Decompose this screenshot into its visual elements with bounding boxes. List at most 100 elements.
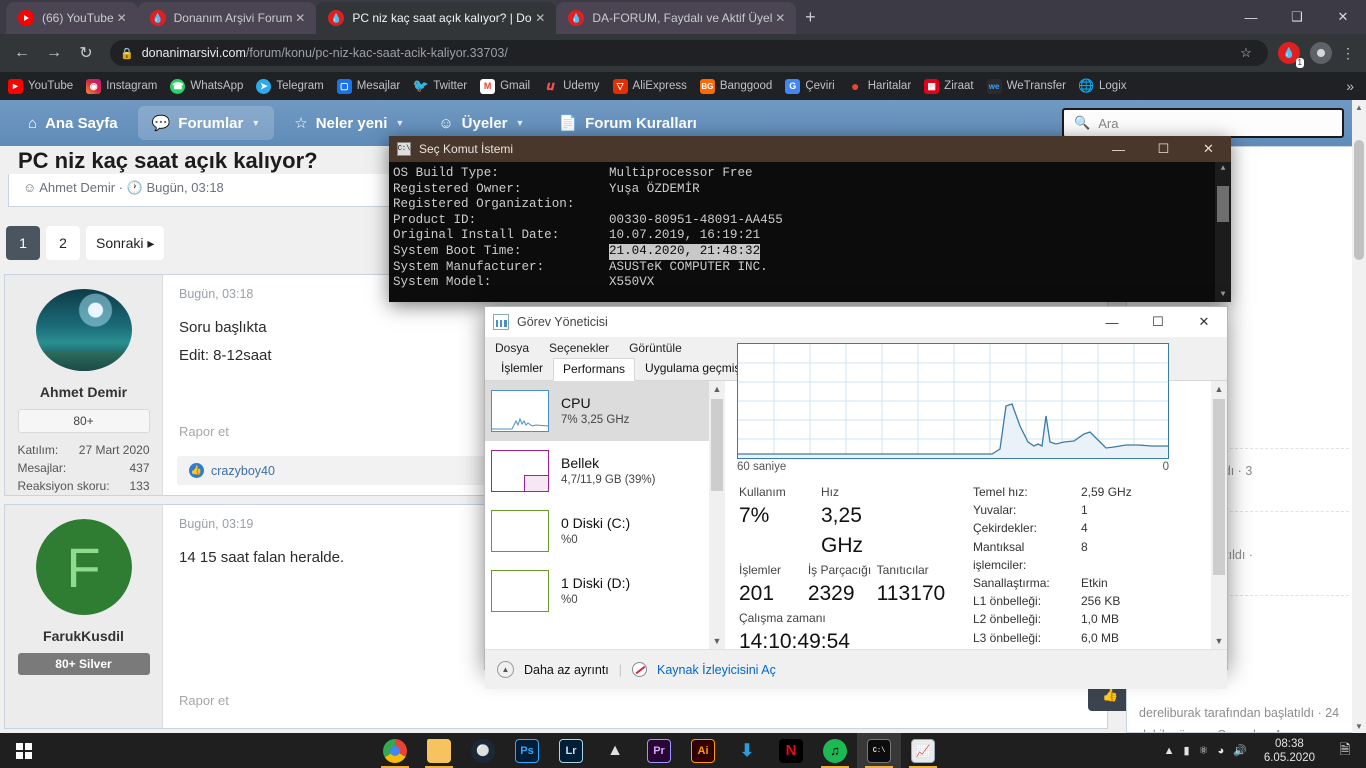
bookmark-item[interactable]: ☎ WhatsApp [170,78,243,94]
scroll-up-icon[interactable]: ▲ [1352,100,1366,114]
next-page-button[interactable]: Sonraki ▸ [86,226,165,260]
chevron-up-icon[interactable]: ▲ [497,661,514,678]
nav-item-forumlar[interactable]: 💬 Forumlar ▼ [137,106,275,140]
maximize-button[interactable]: ☐ [1141,136,1186,162]
taskmanager-icon[interactable]: 📈 [901,733,945,768]
battery-icon[interactable]: ▮ [1184,744,1190,757]
scroll-up-icon[interactable]: ▲ [709,381,725,397]
bookmark-item[interactable]: ▽ AliExpress [612,78,687,94]
page-2-button[interactable]: 2 [46,226,80,260]
bookmark-item[interactable]: 𝒖 Udemy [543,78,600,94]
report-link[interactable]: Rapor et [179,693,229,708]
photoshop-icon[interactable]: Ps [505,733,549,768]
less-details-button[interactable]: Daha az ayrıntı [524,663,609,677]
menu-goruntule[interactable]: Görüntüle [629,341,682,355]
menu-secenekler[interactable]: Seçenekler [549,341,609,355]
scrollbar-thumb[interactable] [711,399,723,491]
scrollbar-thumb[interactable] [1217,186,1229,222]
bookmark-item[interactable]: we WeTransfer [986,78,1066,94]
browser-tab-active[interactable]: PC niz kaç saat açık kalıyor? | Don ✕ [316,2,557,34]
chrome-menu-icon[interactable]: ⋮ [1338,45,1358,62]
close-button[interactable]: ✕ [1186,136,1231,162]
extension-icon[interactable]: 💧 1 [1278,42,1304,68]
browser-tab[interactable]: Donanım Arşivi Forum ✕ [137,2,317,34]
page-scrollbar[interactable]: ▲ ▼ [1352,100,1366,733]
chevron-up-icon[interactable]: ▲ [1164,745,1175,757]
nav-item-ana-sayfa[interactable]: ⌂ Ana Sayfa [14,107,132,140]
sidebar-thread-item[interactable]: dereliburak tarafından başlatıldı · 24 d… [1139,688,1349,732]
avatar[interactable] [35,289,132,371]
bookmark-item[interactable]: ◉ Instagram [86,78,157,94]
thread-author[interactable]: Ahmet Demir [39,180,115,195]
close-icon[interactable]: ✕ [772,11,788,25]
scroll-down-icon[interactable]: ▼ [709,633,725,649]
profile-avatar[interactable] [1310,42,1332,64]
lightroom-icon[interactable]: Lr [549,733,593,768]
task-manager-title-bar[interactable]: Görev Yöneticisi — ☐ ✕ [485,307,1227,337]
windows-start-icon[interactable] [0,733,48,768]
bookmark-item[interactable]: ➤ Telegram [256,78,324,94]
forward-icon[interactable]: → [40,39,68,67]
maximize-button[interactable]: ❑ [1274,0,1320,34]
close-icon[interactable]: ✕ [292,11,308,25]
page-1-button[interactable]: 1 [6,226,40,260]
detail-scrollbar[interactable]: ▲ ▼ [1211,381,1227,649]
scroll-up-icon[interactable]: ▲ [1211,381,1227,397]
bookmark-item[interactable]: M Gmail [480,78,530,94]
new-tab-button[interactable]: + [796,3,824,31]
scrollbar-thumb[interactable] [1354,140,1364,260]
resource-item-disk-0[interactable]: 0 Diski (C:) %0 [485,501,725,561]
bookmark-item[interactable]: ▦ Ziraat [924,78,974,94]
nav-item-uyeler[interactable]: ☺ Üyeler ▼ [424,107,538,140]
reload-icon[interactable]: ↻ [72,39,100,67]
back-icon[interactable]: ← [8,39,36,67]
bookmarks-overflow-icon[interactable]: » [1346,78,1358,94]
close-icon[interactable]: ✕ [532,11,548,25]
nav-item-neler-yeni[interactable]: ☆ Neler yeni ▼ [280,106,418,140]
close-button[interactable]: ✕ [1320,0,1366,34]
close-icon[interactable]: ✕ [114,11,130,25]
scroll-down-icon[interactable]: ▼ [1352,719,1366,733]
chrome-icon[interactable] [373,733,417,768]
steam-icon[interactable]: ⚪ [461,733,505,768]
wifi-icon[interactable]: ◕ [1217,745,1224,757]
post-username[interactable]: FarukKusdil [43,628,124,644]
cmd-icon[interactable]: C:\ [857,733,901,768]
minimize-button[interactable]: — [1096,136,1141,162]
volume-icon[interactable]: 🔊 [1233,744,1247,757]
resource-list-scrollbar[interactable]: ▲ ▼ [709,381,725,649]
maximize-button[interactable]: ☐ [1135,307,1181,337]
resource-item-disk-1[interactable]: 1 Diski (D:) %0 [485,561,725,621]
scrollbar-thumb[interactable] [1213,399,1225,575]
bookmark-item[interactable]: 🐦 Twitter [413,78,467,94]
taskbar-clock[interactable]: 08:38 6.05.2020 [1256,737,1323,765]
post-username[interactable]: Ahmet Demir [40,384,127,400]
scroll-down-icon[interactable]: ▼ [1215,288,1231,302]
like-usernames[interactable]: crazyboy40 [211,464,275,478]
bookmark-item[interactable]: ▢ Mesajlar [336,78,400,94]
avatar[interactable]: F [35,519,132,615]
tab-islemler[interactable]: İşlemler [491,357,553,380]
illustrator-icon[interactable]: Ai [681,733,725,768]
download-icon[interactable]: ⬇ [725,733,769,768]
tab-performans[interactable]: Performans [553,358,636,381]
resource-item-cpu[interactable]: CPU 7% 3,25 GHz [485,381,725,441]
browser-tab[interactable]: DA-FORUM, Faydalı ve Aktif Üyel ✕ [556,2,797,34]
bookmark-item[interactable]: BG Banggood [699,78,772,94]
browser-tab[interactable]: (66) YouTube ✕ [6,2,138,34]
notification-icon[interactable]: 🗎 [1332,733,1358,768]
scroll-down-icon[interactable]: ▼ [1211,633,1227,649]
bookmark-item[interactable]: G Çeviri [785,78,835,94]
bookmark-item[interactable]: ► YouTube [8,78,73,94]
address-bar[interactable]: 🔒 donanimarsivi.com/forum/konu/pc-niz-ka… [110,40,1268,66]
bookmark-item[interactable]: ● Haritalar [848,78,911,94]
menu-dosya[interactable]: Dosya [495,341,529,355]
resource-monitor-link[interactable]: Kaynak İzleyicisini Aç [657,663,776,677]
cmd-console-output[interactable]: OS Build Type: Multiprocessor Free Regist… [389,162,1231,302]
spotify-icon[interactable]: ♫ [813,733,857,768]
bookmark-star-icon[interactable]: ☆ [1234,45,1258,61]
minimize-button[interactable]: — [1089,307,1135,337]
cmd-title-bar[interactable]: C:\ Seç Komut İstemi — ☐ ✕ [389,136,1231,162]
minimize-button[interactable]: — [1228,0,1274,34]
site-search-input[interactable]: 🔍 Ara [1062,108,1344,138]
